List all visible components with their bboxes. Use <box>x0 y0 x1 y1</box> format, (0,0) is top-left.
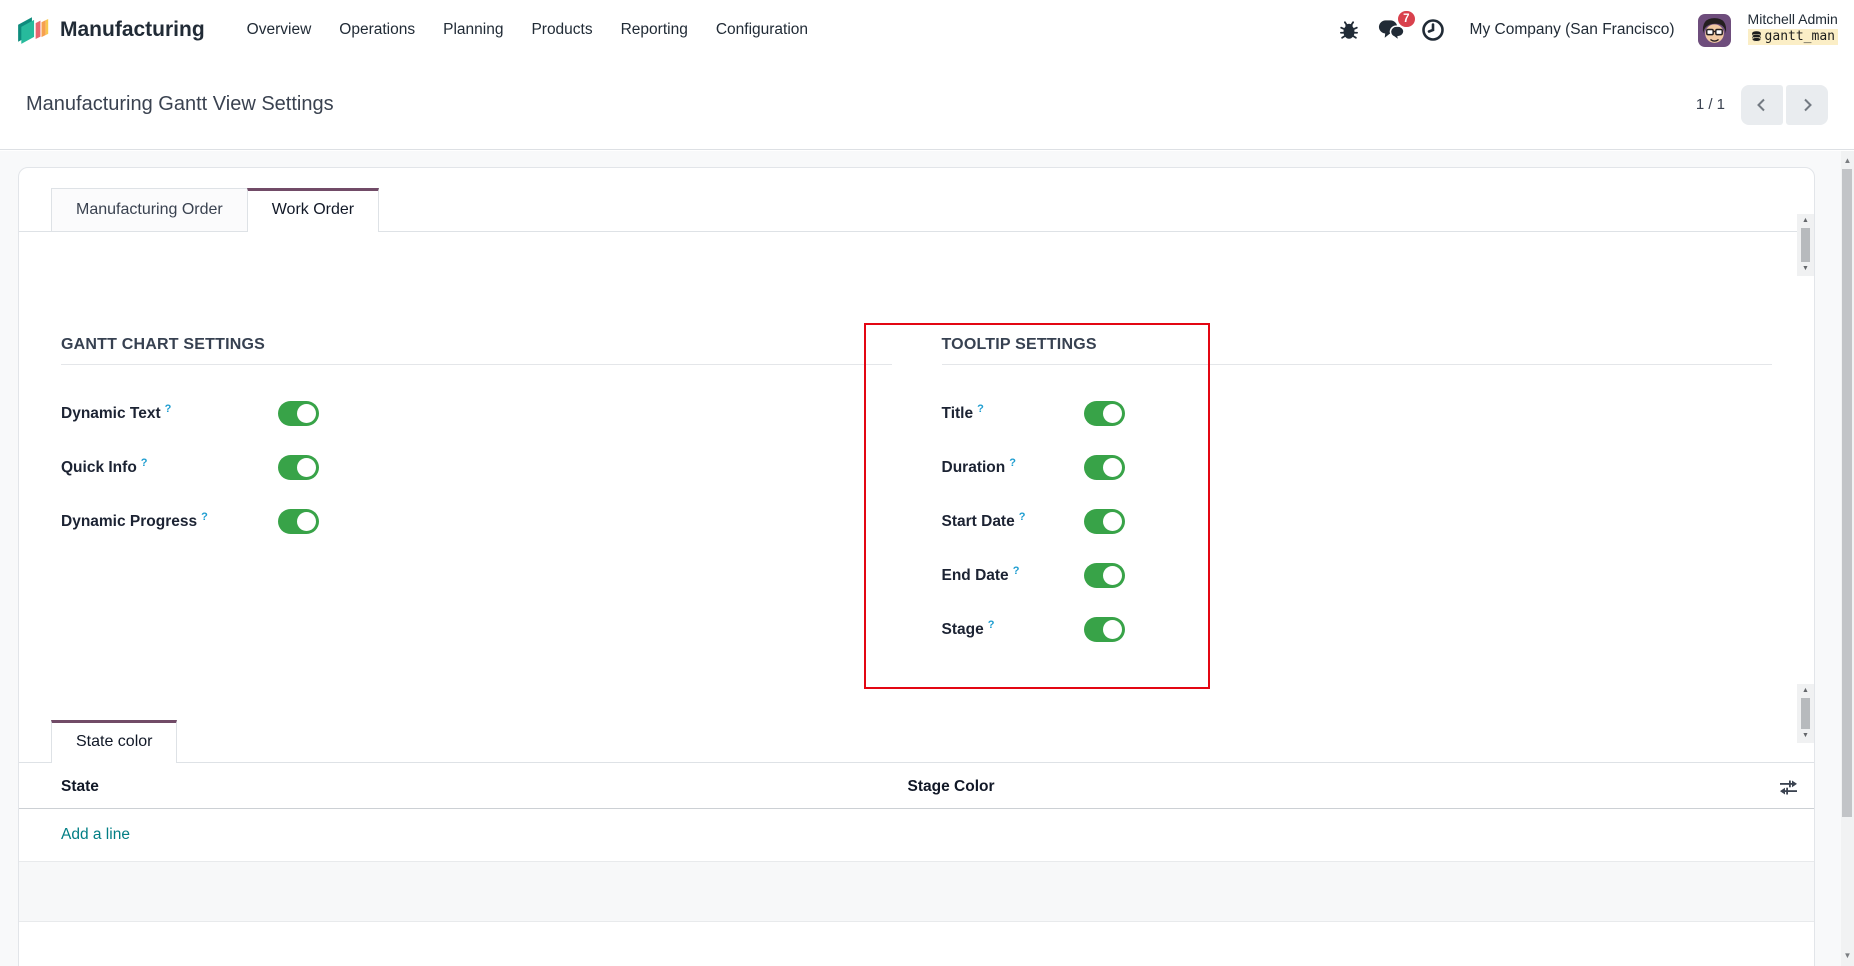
field-label: End Date <box>942 567 1009 584</box>
pager: 1 / 1 <box>1696 85 1828 125</box>
messages-badge: 7 <box>1396 9 1416 29</box>
field-dynamic-progress: Dynamic Progress? <box>61 509 892 533</box>
screen: Manufacturing Overview Operations Planni… <box>0 0 1854 966</box>
scroll-up-icon[interactable]: ▲ <box>1802 216 1809 226</box>
activities-clock-icon[interactable] <box>1421 18 1445 42</box>
scrollbar-thumb[interactable] <box>1842 169 1852 817</box>
field-label: Start Date <box>942 513 1015 530</box>
toggle-duration[interactable] <box>1084 455 1125 480</box>
user-name: Mitchell Admin <box>1748 11 1838 29</box>
table-row: Add a line <box>19 809 1814 862</box>
gantt-settings-heading: GANTT CHART SETTINGS <box>61 336 892 365</box>
gantt-chart-settings-section: GANTT CHART SETTINGS Dynamic Text? Quick… <box>61 336 892 671</box>
scrollbar-thumb[interactable] <box>1801 228 1810 262</box>
field-label: Dynamic Text <box>61 405 161 422</box>
help-icon[interactable]: ? <box>977 403 984 415</box>
scrollbar-thumb[interactable] <box>1801 698 1810 729</box>
pager-prev-button[interactable] <box>1741 85 1783 125</box>
control-panel: Manufacturing Gantt View Settings 1 / 1 <box>0 60 1854 150</box>
scroll-up-icon[interactable]: ▲ <box>1841 155 1854 167</box>
toggle-start-date[interactable] <box>1084 509 1125 534</box>
field-duration: Duration? <box>942 455 1773 479</box>
field-stage: Stage? <box>942 617 1773 641</box>
field-quick-info: Quick Info? <box>61 455 892 479</box>
scroll-down-icon[interactable]: ▼ <box>1841 950 1854 962</box>
help-icon[interactable]: ? <box>165 403 172 415</box>
debug-bug-icon[interactable] <box>1338 19 1360 41</box>
menu-operations[interactable]: Operations <box>325 13 429 47</box>
help-icon[interactable]: ? <box>1013 565 1020 577</box>
field-label: Dynamic Progress <box>61 513 197 530</box>
pager-next-button[interactable] <box>1786 85 1828 125</box>
scroll-down-icon[interactable]: ▼ <box>1802 264 1809 274</box>
manufacturing-app-icon <box>16 13 50 47</box>
main-scrollbar[interactable]: ▲ ▼ <box>1841 151 1854 966</box>
content-area: Manufacturing Order Work Order GANTT CHA… <box>0 151 1854 966</box>
pager-count: 1 / 1 <box>1696 96 1725 113</box>
menu-products[interactable]: Products <box>517 13 606 47</box>
settings-grid: GANTT CHART SETTINGS Dynamic Text? Quick… <box>61 336 1772 671</box>
help-icon[interactable]: ? <box>1009 457 1016 469</box>
tab-manufacturing-order[interactable]: Manufacturing Order <box>51 188 248 231</box>
field-title: Title? <box>942 401 1773 425</box>
notebook-tabs: Manufacturing Order Work Order <box>19 188 1814 232</box>
help-icon[interactable]: ? <box>988 619 995 631</box>
table-header-row: State Stage Color <box>19 763 1814 809</box>
field-end-date: End Date? <box>942 563 1773 587</box>
tooltip-settings-heading: TOOLTIP SETTINGS <box>942 336 1773 365</box>
field-dynamic-text: Dynamic Text? <box>61 401 892 425</box>
menu-overview[interactable]: Overview <box>233 13 326 47</box>
field-label: Quick Info <box>61 459 137 476</box>
help-icon[interactable]: ? <box>201 511 208 523</box>
state-color-table: State Stage Color Add a <box>19 763 1814 966</box>
toggle-title[interactable] <box>1084 401 1125 426</box>
app-name: Manufacturing <box>60 18 205 42</box>
field-label: Stage <box>942 621 984 638</box>
toggle-dynamic-text[interactable] <box>278 401 319 426</box>
main-menu: Overview Operations Planning Products Re… <box>233 13 822 47</box>
app-switcher[interactable]: Manufacturing <box>16 13 205 47</box>
field-label: Duration <box>942 459 1006 476</box>
database-icon <box>1751 31 1762 43</box>
tab-state-color[interactable]: State color <box>51 720 177 763</box>
toggle-stage[interactable] <box>1084 617 1125 642</box>
topbar: Manufacturing Overview Operations Planni… <box>0 0 1854 60</box>
add-a-line-link[interactable]: Add a line <box>61 826 130 843</box>
toggle-dynamic-progress[interactable] <box>278 509 319 534</box>
tooltip-settings-section: TOOLTIP SETTINGS Title? Duration? Start … <box>942 336 1773 671</box>
help-icon[interactable]: ? <box>141 457 148 469</box>
page-title: Manufacturing Gantt View Settings <box>26 93 334 116</box>
menu-reporting[interactable]: Reporting <box>607 13 702 47</box>
topbar-right: 7 My Company (San Francisco) <box>1338 11 1838 49</box>
scroll-up-icon[interactable]: ▲ <box>1802 686 1809 696</box>
field-start-date: Start Date? <box>942 509 1773 533</box>
toggle-quick-info[interactable] <box>278 455 319 480</box>
database-badge: gantt_man <box>1748 29 1838 45</box>
scroll-down-icon[interactable]: ▼ <box>1802 731 1809 741</box>
column-header-state: State <box>19 778 908 796</box>
table-row <box>19 922 1814 966</box>
database-name: gantt_man <box>1765 29 1835 45</box>
messages-icon[interactable]: 7 <box>1377 18 1404 42</box>
optional-columns-icon[interactable] <box>1779 779 1798 796</box>
inner-scrollbar-top[interactable]: ▲ ▼ <box>1797 214 1814 276</box>
avatar[interactable] <box>1698 14 1731 47</box>
chevron-right-icon <box>1799 97 1815 113</box>
state-color-tabs: State color <box>19 720 1814 763</box>
menu-planning[interactable]: Planning <box>429 13 517 47</box>
inner-scrollbar-bottom[interactable]: ▲ ▼ <box>1797 684 1814 743</box>
form-card: Manufacturing Order Work Order GANTT CHA… <box>18 167 1815 966</box>
table-row <box>19 862 1814 922</box>
column-header-stage-color: Stage Color <box>908 778 1779 796</box>
user-menu[interactable]: Mitchell Admin gantt_man <box>1748 11 1838 49</box>
chevron-left-icon <box>1754 97 1770 113</box>
toggle-end-date[interactable] <box>1084 563 1125 588</box>
menu-configuration[interactable]: Configuration <box>702 13 822 47</box>
company-switcher[interactable]: My Company (San Francisco) <box>1470 21 1675 39</box>
tab-work-order[interactable]: Work Order <box>247 188 379 232</box>
field-label: Title <box>942 405 974 422</box>
help-icon[interactable]: ? <box>1019 511 1026 523</box>
